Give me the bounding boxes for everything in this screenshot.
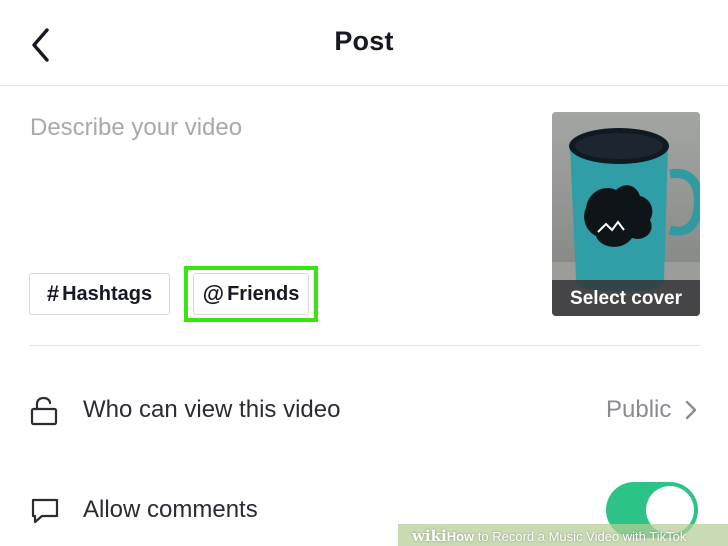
page-title: Post xyxy=(334,26,394,56)
select-cover-label: Select cover xyxy=(570,288,682,309)
lock-icon xyxy=(30,396,58,426)
watermark-text: wikiHow to Record a Music Video with Tik… xyxy=(412,527,686,545)
privacy-setting-label[interactable]: Who can view this video xyxy=(83,396,340,424)
friends-button[interactable]: @ Friends xyxy=(193,273,309,315)
watermark-brand: wiki xyxy=(412,527,447,545)
chevron-right-icon[interactable] xyxy=(684,399,698,421)
friends-label: Friends xyxy=(227,282,300,305)
select-cover-thumbnail[interactable]: Select cover xyxy=(552,112,700,316)
description-input[interactable]: Describe your video xyxy=(30,114,530,142)
hashtags-label: Hashtags xyxy=(62,282,153,305)
section-divider xyxy=(29,345,700,346)
watermark-rest: to Record a Music Video with TikTok xyxy=(474,529,687,544)
allow-comments-label: Allow comments xyxy=(83,496,258,523)
hashtag-icon: # xyxy=(46,281,60,306)
watermark-how: How xyxy=(446,529,475,544)
at-sign-icon: @ xyxy=(202,281,225,306)
hashtags-button[interactable]: # Hashtags xyxy=(29,273,170,315)
comment-icon xyxy=(31,498,59,524)
privacy-value[interactable]: Public xyxy=(606,396,671,424)
